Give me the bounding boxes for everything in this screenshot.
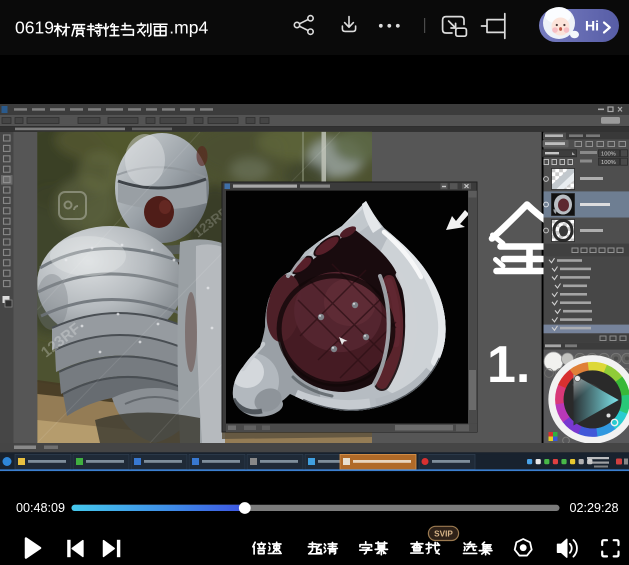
svg-text:.mp4: .mp4 [169,18,208,38]
svg-text:100%: 100% [601,160,616,166]
svg-text:1.: 1. [487,336,530,394]
svg-text:Hi: Hi [585,18,599,34]
svg-text:02:29:28: 02:29:28 [569,501,618,515]
svg-text:0619: 0619 [15,18,54,38]
svg-text:00:48:09: 00:48:09 [16,501,65,515]
svg-text:100%: 100% [601,152,616,158]
svg-text:SVIP: SVIP [434,530,453,539]
